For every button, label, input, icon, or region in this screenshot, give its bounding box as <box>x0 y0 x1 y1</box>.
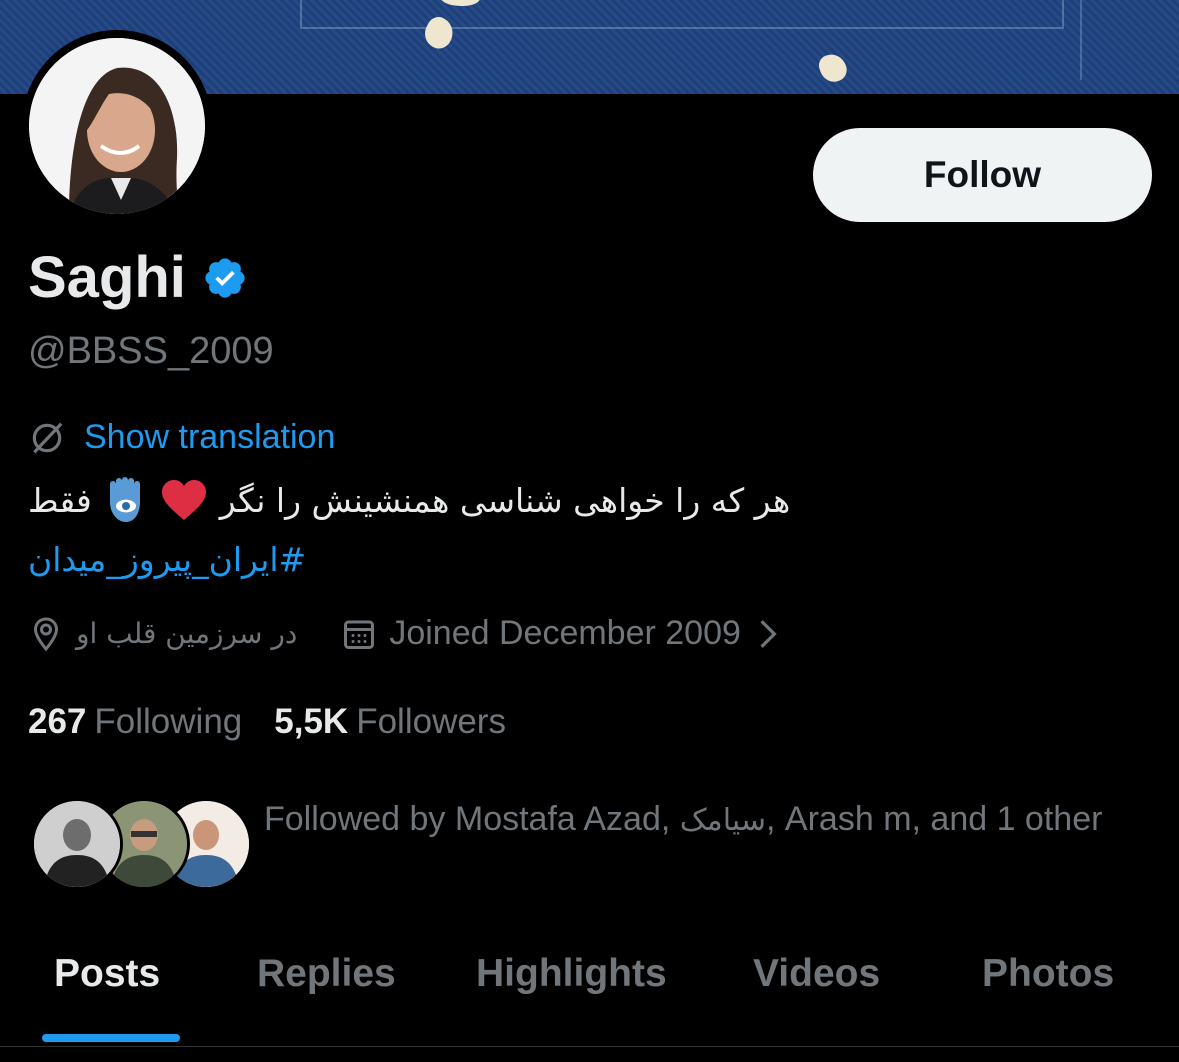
followed-by-suffix: , Arash m, and 1 other <box>766 800 1103 838</box>
bio: هر که را خواهی شناسی همنشینش را نگر فقط <box>28 476 888 532</box>
follow-button[interactable]: Follow <box>813 128 1152 222</box>
bio-hashtag-link[interactable]: #ایران_پیروز_میدان <box>28 540 306 579</box>
location-pin-icon <box>33 616 59 651</box>
bio-text: هر که را خواهی شناسی همنشینش را نگر <box>219 480 791 520</box>
banner-pattern-frame-right <box>1080 0 1179 80</box>
tab-replies[interactable]: Replies <box>257 952 396 996</box>
follow-stats: 267 Following 5,5K Followers <box>28 702 506 742</box>
calendar-icon <box>344 620 375 649</box>
hamsa-emoji-icon <box>109 477 140 522</box>
profile-meta-row: در سرزمین قلب او Joined December 2009 <box>28 614 781 653</box>
following-label: Following <box>94 702 243 741</box>
active-tab-indicator <box>42 1034 180 1042</box>
banner-pattern-frame <box>300 0 1064 29</box>
followers-count: 5,5K <box>274 702 349 741</box>
translate-icon <box>32 422 63 453</box>
followers-label: Followers <box>356 702 506 741</box>
profile-handle: @BBSS_2009 <box>28 330 274 372</box>
followers-stat[interactable]: 5,5K Followers <box>274 702 506 742</box>
tabs-divider <box>0 1046 1179 1047</box>
verified-badge-icon[interactable] <box>202 255 248 301</box>
bio-suffix: فقط <box>28 480 92 520</box>
tab-videos[interactable]: Videos <box>753 952 880 996</box>
banner-petal <box>815 50 851 86</box>
chevron-right-icon[interactable] <box>755 618 781 650</box>
show-translation-link[interactable]: Show translation <box>84 418 335 457</box>
tab-highlights[interactable]: Highlights <box>476 952 667 996</box>
followed-by-prefix: Followed by Mostafa Azad, <box>264 800 680 838</box>
avatar-portrait <box>29 38 205 214</box>
name-row: Saghi <box>28 244 248 311</box>
follower-avatar <box>31 798 123 890</box>
following-stat[interactable]: 267 Following <box>28 702 242 742</box>
profile-joined-date[interactable]: Joined December 2009 <box>389 614 741 653</box>
translate-row[interactable]: Show translation <box>28 418 335 457</box>
followed-by-persian-name: سیامک <box>679 803 767 838</box>
following-count: 267 <box>28 702 87 741</box>
heart-emoji-icon <box>161 480 206 520</box>
avatar[interactable] <box>29 38 205 214</box>
followed-by-text[interactable]: Followed by Mostafa Azad, سیامک, Arash m… <box>264 792 1124 848</box>
display-name: Saghi <box>28 245 186 310</box>
tab-posts[interactable]: Posts <box>54 952 160 996</box>
tab-photos[interactable]: Photos <box>982 952 1114 996</box>
profile-location: در سرزمین قلب او <box>76 617 298 650</box>
profile-tabs: Posts Replies Highlights Videos Photos <box>0 940 1179 1060</box>
